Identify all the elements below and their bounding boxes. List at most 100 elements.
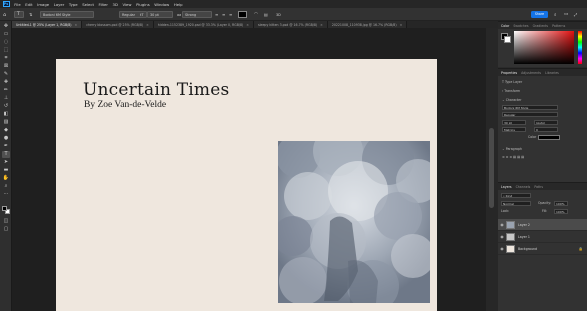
- layer-name[interactable]: Background: [518, 247, 537, 251]
- menu-3d[interactable]: 3D: [110, 2, 120, 7]
- tab-properties[interactable]: Properties: [501, 71, 517, 75]
- tab-channels[interactable]: Channels: [516, 185, 531, 189]
- menu-view[interactable]: View: [120, 2, 134, 7]
- quick-mask-icon[interactable]: ◫: [2, 218, 10, 225]
- frame-tool-icon[interactable]: ⊠: [2, 63, 10, 70]
- font-size-select[interactable]: 30 pt: [147, 11, 173, 18]
- menu-type[interactable]: Type: [67, 2, 80, 7]
- tab-sleepy-kitten[interactable]: sleepy kitten 3.psd @ 16.7% (RGB/8) ×: [253, 21, 328, 28]
- tab-layers[interactable]: Layers: [501, 185, 512, 189]
- zoom-tool-icon[interactable]: ⌕: [2, 183, 10, 190]
- eraser-icon[interactable]: ◧: [2, 111, 10, 118]
- photoshop-logo[interactable]: Ps: [0, 0, 12, 8]
- eye-icon[interactable]: ◉: [498, 234, 506, 239]
- history-brush-icon[interactable]: ↺: [2, 103, 10, 110]
- home-icon[interactable]: ⌂: [3, 11, 6, 18]
- layer-row-layer-2[interactable]: ◉ Layer 2: [498, 219, 587, 231]
- 3d-icon[interactable]: 3D: [276, 11, 281, 18]
- opacity-field[interactable]: 100%: [554, 201, 568, 206]
- anti-alias-select[interactable]: Strong: [182, 11, 212, 18]
- font-size-field[interactable]: 30 pt: [502, 120, 526, 125]
- menu-plugins[interactable]: Plugins: [134, 2, 152, 7]
- character-color-swatch[interactable]: [538, 135, 560, 140]
- menu-layer[interactable]: Layer: [51, 2, 66, 7]
- tab-photo-jpg[interactable]: 20221008_110938.jpg @ 16.7% (RGB/8) ×: [327, 21, 408, 28]
- character-panel-icon[interactable]: ▤: [264, 11, 268, 18]
- transform-section[interactable]: › Transform: [502, 89, 520, 93]
- color-field[interactable]: [514, 31, 574, 64]
- document-canvas[interactable]: Uncertain Times By Zoe Van-de-Velde: [56, 59, 437, 311]
- clone-stamp-icon[interactable]: ⊥: [2, 95, 10, 102]
- tab-libraries[interactable]: Libraries: [545, 71, 559, 75]
- align-right-icon[interactable]: ≡: [229, 11, 232, 18]
- move-tool-icon[interactable]: ✥: [2, 23, 10, 30]
- search-icon[interactable]: ⌕: [554, 11, 557, 18]
- tab-gradients[interactable]: Gradients: [533, 24, 549, 28]
- close-icon[interactable]: ×: [320, 23, 323, 27]
- blur-tool-icon[interactable]: ◆: [2, 127, 10, 134]
- close-icon[interactable]: ×: [246, 23, 249, 27]
- character-section[interactable]: ⌄ Character: [502, 98, 521, 102]
- tab-patterns[interactable]: Patterns: [552, 24, 565, 28]
- eye-icon[interactable]: ◉: [498, 222, 506, 227]
- leading-field[interactable]: (Auto): [534, 120, 558, 125]
- tab-swatches[interactable]: Swatches: [513, 24, 528, 28]
- healing-brush-icon[interactable]: ✚: [2, 79, 10, 86]
- layer-name[interactable]: Layer 2: [518, 223, 530, 227]
- align-left-icon[interactable]: ≡: [215, 11, 218, 18]
- brush-tool-icon[interactable]: ✏: [2, 87, 10, 94]
- type-tool-preset[interactable]: T: [14, 11, 24, 18]
- type-tool-icon[interactable]: T: [2, 151, 10, 158]
- hand-tool-icon[interactable]: ✋: [2, 175, 10, 182]
- font-family-select[interactable]: Bodoni 6M Style: [40, 11, 94, 18]
- eye-icon[interactable]: ◉: [498, 246, 506, 251]
- menu-filter[interactable]: Filter: [96, 2, 110, 7]
- layer-name[interactable]: Layer 1: [518, 235, 530, 239]
- document-byline-text[interactable]: By Zoe Van-de-Velde: [84, 100, 166, 110]
- tab-paths[interactable]: Paths: [534, 185, 543, 189]
- smoke-photo-image[interactable]: [278, 141, 430, 303]
- tracking-field[interactable]: 0: [534, 127, 558, 132]
- workspace-icon[interactable]: ▭: [564, 11, 568, 18]
- expand-icon[interactable]: ⤢: [574, 11, 577, 18]
- document-title-text[interactable]: Uncertain Times: [83, 80, 229, 100]
- font-style-field[interactable]: Regular: [502, 112, 558, 117]
- scrollbar-thumb[interactable]: [489, 128, 494, 208]
- layer-row-layer-1[interactable]: ◉ Layer 1: [498, 231, 587, 243]
- eyedropper-icon[interactable]: ✎: [2, 71, 10, 78]
- path-select-icon[interactable]: ➤: [2, 159, 10, 166]
- menu-file[interactable]: File: [12, 2, 23, 7]
- crop-tool-icon[interactable]: ⌗: [2, 55, 10, 62]
- orientation-toggle-icon[interactable]: ⇅: [29, 11, 32, 18]
- menu-help[interactable]: Help: [172, 2, 185, 7]
- more-tools-icon[interactable]: ⋯: [2, 191, 10, 198]
- tab-hidden[interactable]: hidden-1152389_1920.psd @ 33.3% (Layer 0…: [153, 21, 254, 28]
- share-button[interactable]: Share: [531, 11, 548, 18]
- paragraph-section[interactable]: ⌄ Paragraph: [502, 147, 522, 151]
- close-icon[interactable]: ×: [146, 23, 149, 27]
- tab-color[interactable]: Color: [501, 24, 509, 28]
- gradient-tool-icon[interactable]: ▨: [2, 119, 10, 126]
- layer-row-background[interactable]: ◉ Background 🔒: [498, 243, 587, 255]
- background-color-chip[interactable]: [504, 36, 511, 43]
- tab-adjustments[interactable]: Adjustments: [521, 71, 541, 75]
- align-center-icon[interactable]: ≡: [222, 11, 225, 18]
- tab-untitled-1[interactable]: Untitled-1 @ 25% (Layer 1, RGB/8) ×: [12, 21, 83, 28]
- hue-slider[interactable]: [578, 31, 582, 64]
- pen-tool-icon[interactable]: ✒: [2, 143, 10, 150]
- object-select-icon[interactable]: ⬚: [2, 47, 10, 54]
- font-family-field[interactable]: Bodoni 6M Style: [502, 105, 558, 110]
- foreground-color-swatch[interactable]: [2, 206, 7, 211]
- lasso-tool-icon[interactable]: ◌: [2, 39, 10, 46]
- layer-filter-select[interactable]: ⌕ Kind: [501, 193, 531, 198]
- menu-edit[interactable]: Edit: [23, 2, 35, 7]
- blend-mode-select[interactable]: Normal: [501, 201, 531, 206]
- fill-field[interactable]: 100%: [554, 209, 568, 214]
- text-color-swatch[interactable]: [238, 11, 247, 18]
- paragraph-align-icons[interactable]: ≡ ≡ ≡ ▤ ▤ ▤: [502, 155, 524, 159]
- kerning-field[interactable]: Metrics: [502, 127, 526, 132]
- artboard-tool-icon[interactable]: ▭: [2, 31, 10, 38]
- rectangle-tool-icon[interactable]: ▬: [2, 167, 10, 174]
- menu-window[interactable]: Window: [152, 2, 172, 7]
- close-icon[interactable]: ×: [75, 23, 78, 27]
